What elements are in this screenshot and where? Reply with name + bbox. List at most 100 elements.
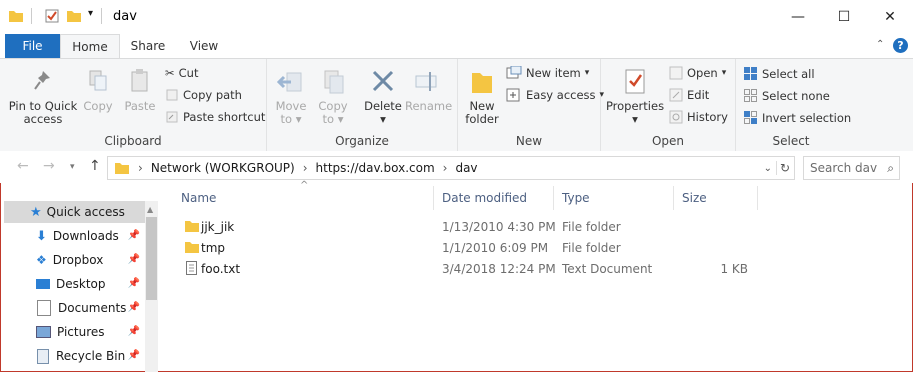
paste-shortcut-button[interactable]: Paste shortcut [165,110,265,124]
properties-check-icon[interactable] [44,8,60,24]
history-button[interactable]: History [669,110,728,124]
rename-button[interactable]: Rename [405,67,452,113]
nav-item-downloads[interactable]: ⬇ Downloads 📌 [6,225,144,247]
search-input[interactable]: Search dav [810,161,877,175]
nav-item-desktop[interactable]: Desktop 📌 [6,273,144,295]
address-dropdown-icon[interactable]: ⌄ [764,163,772,174]
breadcrumb-dav-box[interactable]: https://dav.box.com [316,161,435,175]
window-title: dav [113,9,137,24]
column-header-name[interactable]: Name [181,185,216,211]
nav-scrollbar[interactable]: ▲ [145,201,158,372]
up-arrow-icon[interactable]: ↑ [89,158,101,174]
table-row[interactable]: jjk_jik 1/13/2010 4:30 PM File folder [170,216,770,237]
tab-file[interactable]: File [5,34,60,58]
clipboard-group: Pin to Quick access Copy Paste ✂ Cut Copy… [0,59,267,151]
new-folder-icon[interactable] [66,8,82,24]
forward-arrow-icon[interactable]: → [43,158,55,174]
tab-share[interactable]: Share [122,34,174,58]
breadcrumb-chevron-icon[interactable]: › [303,161,308,175]
pinned-icon[interactable]: 📌 [128,326,140,337]
easy-access-button[interactable]: Easy access ▾ [506,88,604,102]
pinned-icon[interactable]: 📌 [128,350,140,361]
edit-icon [669,88,683,102]
search-box[interactable]: Search dav ⌕ [803,156,900,180]
delete-button[interactable]: Delete ▾ [363,67,403,126]
new-item-icon [506,66,522,79]
back-arrow-icon[interactable]: ← [17,158,29,174]
search-icon: ⌕ [887,160,894,175]
breadcrumb-network[interactable]: Network (WORKGROUP) [151,161,295,175]
nav-item-recycle-bin[interactable]: Recycle Bin 📌 [6,345,144,367]
select-all-icon [744,67,757,80]
folder-icon [115,163,129,174]
new-folder-button[interactable]: New folder [462,67,502,126]
cut-button[interactable]: ✂ Cut [165,66,198,80]
collapse-ribbon-icon[interactable]: ⌃ [876,39,884,50]
help-icon[interactable]: ? [893,38,908,53]
copy-button[interactable]: Copy [80,67,116,113]
select-group: Select all Select none Invert selection … [736,59,851,151]
nav-item-quick-access[interactable]: ★ Quick access [4,201,145,223]
pinned-icon[interactable]: 📌 [128,230,140,241]
scrollbar-thumb[interactable] [146,217,157,300]
organize-group-label: Organize [335,134,389,148]
column-divider[interactable] [433,186,434,210]
delete-dropdown-icon: ▾ [380,112,386,126]
paste-icon [131,69,148,92]
breadcrumb-dav[interactable]: dav [455,161,477,175]
rename-icon [415,72,437,91]
file-size [682,216,748,237]
select-all-button[interactable]: Select all [743,66,815,81]
copy-path-button[interactable]: Copy path [165,88,242,102]
maximize-button[interactable]: ☐ [821,0,867,34]
column-header-size[interactable]: Size [682,185,707,211]
sort-ascending-icon: ^ [300,180,309,191]
move-to-button[interactable]: Move to ▾ [273,67,309,126]
address-bar[interactable]: › Network (WORKGROUP) › https://dav.box.… [107,156,795,180]
file-size: 1 KB [720,261,748,276]
tab-home[interactable]: Home [60,34,120,59]
title-bar: ▾ dav — ☐ ✕ [0,0,913,34]
separator [31,8,32,24]
copy-to-sub: to ▾ [322,112,344,126]
close-button[interactable]: ✕ [867,0,913,34]
customize-toolbar-icon[interactable]: ▾ [88,8,93,19]
column-header-type[interactable]: Type [562,185,590,211]
refresh-icon[interactable]: ↻ [775,161,790,175]
breadcrumb-chevron-icon[interactable]: › [138,161,143,175]
column-divider[interactable] [757,186,758,210]
clipboard-group-label: Clipboard [104,134,162,148]
paste-button[interactable]: Paste [122,67,158,113]
pin-to-quick-access-button[interactable]: Pin to Quick access [6,67,80,126]
nav-item-pictures[interactable]: Pictures 📌 [6,321,144,343]
scroll-up-icon[interactable]: ▲ [147,205,153,214]
table-row[interactable]: tmp 1/1/2010 6:09 PM File folder [170,237,770,258]
pin-icon [34,71,50,90]
open-button[interactable]: Open ▾ [669,66,726,80]
recent-locations-icon[interactable]: ▾ [70,162,75,172]
nav-item-dropbox[interactable]: ❖ Dropbox 📌 [6,249,144,271]
table-row[interactable]: foo.txt 3/4/2018 12:24 PM Text Document … [170,258,770,279]
edit-button[interactable]: Edit [669,88,709,102]
pinned-icon[interactable]: 📌 [128,254,140,265]
invert-selection-button[interactable]: Invert selection [743,110,851,125]
pinned-icon[interactable]: 📌 [128,278,140,289]
new-item-button[interactable]: New item ▾ [506,66,589,80]
column-divider[interactable] [673,186,674,210]
file-size [682,237,748,258]
select-group-label: Select [772,134,810,148]
select-none-button[interactable]: Select none [743,88,830,103]
recycle-bin-icon [37,348,49,364]
nav-item-documents[interactable]: Documents 📌 [6,297,144,319]
tab-view[interactable]: View [178,34,230,58]
column-header-date-modified[interactable]: Date modified [442,185,527,211]
breadcrumb-chevron-icon[interactable]: › [443,161,448,175]
copy-to-button[interactable]: Copy to ▾ [315,67,351,126]
column-divider[interactable] [553,186,554,210]
minimize-button[interactable]: — [775,0,821,34]
copy-icon [89,70,107,91]
pinned-icon[interactable]: 📌 [128,302,140,313]
properties-button[interactable]: Properties ▾ [605,67,665,126]
ribbon: Pin to Quick access Copy Paste ✂ Cut Copy… [0,58,913,152]
open-group: Properties ▾ Open ▾ Edit History Open [601,59,736,151]
